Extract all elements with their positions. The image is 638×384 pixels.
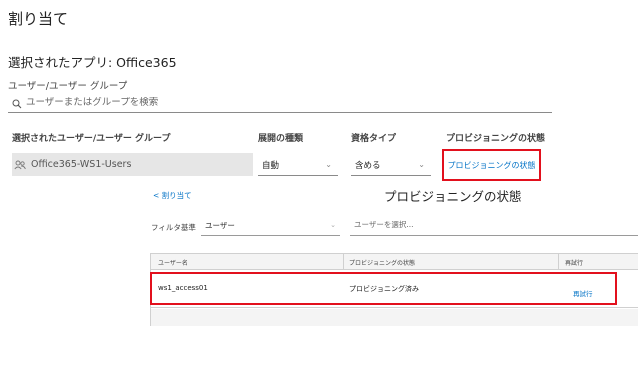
assigned-group-name: Office365-WS1-Users — [31, 159, 132, 170]
user-group-label: ユーザー/ユーザー グループ — [8, 81, 128, 92]
page-title: 割り当て — [8, 10, 69, 28]
column-divider — [343, 254, 344, 270]
user-select-field[interactable] — [350, 216, 638, 236]
provisioning-status-link[interactable]: プロビジョニングの状態 — [442, 149, 541, 181]
filter-value: ユーザー — [205, 221, 235, 230]
assigned-group-cell: Office365-WS1-Users — [12, 153, 253, 176]
entitlement-type-select[interactable]: 含める ⌄ — [351, 154, 431, 176]
filter-label: フィルタ基準 — [151, 223, 196, 232]
filter-select[interactable]: ユーザー ⌄ — [201, 216, 340, 236]
deployment-type-select[interactable]: 自動 ⌄ — [258, 154, 338, 176]
chevron-down-icon: ⌄ — [418, 160, 425, 169]
back-to-assignment-link[interactable]: < 割り当て — [153, 190, 192, 201]
panel-title: プロビジョニングの状態 — [384, 189, 522, 204]
column-header-entitlement: 資格タイプ — [351, 134, 397, 144]
user-select-input[interactable] — [354, 220, 614, 229]
table-footer — [151, 309, 638, 326]
header-retry: 再試行 — [565, 260, 584, 267]
entitlement-type-value: 含める — [355, 160, 381, 171]
deployment-type-value: 自動 — [262, 160, 280, 171]
header-username: ユーザー名 — [158, 260, 188, 267]
header-status: プロビジョニングの状態 — [349, 260, 416, 267]
user-group-icon — [14, 160, 26, 169]
column-header-deployment: 展開の種類 — [258, 134, 304, 144]
search-input[interactable] — [26, 97, 426, 108]
user-group-search[interactable] — [8, 96, 552, 113]
table-header: ユーザー名 プロビジョニングの状態 再試行 — [151, 254, 638, 270]
selected-app-label: 選択されたアプリ: Office365 — [8, 55, 177, 70]
column-header-users: 選択されたユーザー/ユーザー グループ — [12, 134, 171, 144]
column-header-provisioning: プロビジョニングの状態 — [446, 134, 546, 144]
search-icon — [12, 99, 22, 109]
row-highlight-box — [150, 272, 617, 305]
column-divider — [558, 254, 559, 270]
chevron-down-icon: ⌄ — [325, 160, 332, 169]
chevron-down-icon: ⌄ — [330, 221, 336, 229]
